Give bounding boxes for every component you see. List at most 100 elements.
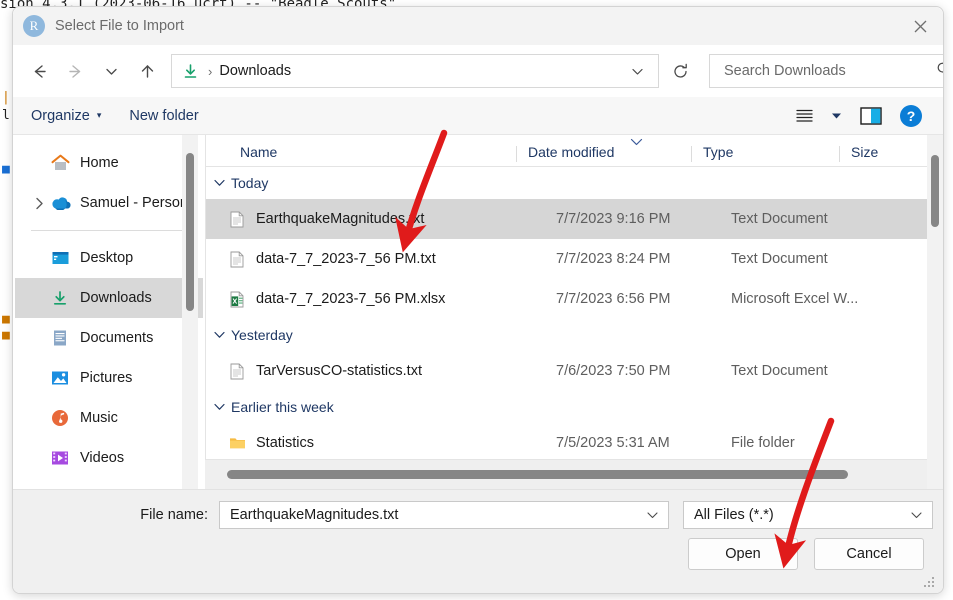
file-type-filter-value: All Files (*.*) <box>694 507 774 523</box>
column-header-date-modified[interactable]: Date modified <box>516 144 691 166</box>
file-date-modified: 7/5/2023 5:31 AM <box>556 435 670 451</box>
text-file-icon <box>228 249 246 269</box>
sidebar-item-documents[interactable]: Documents <box>15 318 203 358</box>
recent-locations-chevron-down-icon[interactable] <box>93 55 129 87</box>
file-name-input[interactable]: EarthquakeMagnitudes.txt <box>219 501 669 529</box>
file-name: Statistics <box>256 435 315 451</box>
address-bar[interactable]: › Downloads <box>171 54 659 88</box>
file-name: data-7_7_2023-7_56 PM.xlsx <box>256 291 446 307</box>
column-header-type[interactable]: Type <box>691 144 839 166</box>
file-list-horizontal-scrollbar[interactable] <box>205 459 927 489</box>
home-icon <box>49 153 71 173</box>
resize-grip-icon[interactable] <box>924 577 936 589</box>
dialog-footer: File name: EarthquakeMagnitudes.txt All … <box>13 489 943 593</box>
downloads-icon <box>182 63 199 80</box>
file-type: Text Document <box>731 211 828 227</box>
background-glyph-c: ■ <box>2 162 10 177</box>
videos-icon <box>49 448 71 468</box>
new-folder-button[interactable]: New folder <box>129 108 198 124</box>
file-list-vertical-scrollbar[interactable] <box>927 135 943 489</box>
sidebar-item-onedrive[interactable]: Samuel - Person <box>15 183 203 223</box>
column-header-name[interactable]: Name <box>206 144 516 166</box>
chevron-right-icon[interactable] <box>29 197 49 210</box>
file-type: Text Document <box>731 363 828 379</box>
sidebar-item-pictures[interactable]: Pictures <box>15 358 203 398</box>
list-view-icon[interactable] <box>785 101 823 131</box>
back-icon[interactable] <box>21 55 57 87</box>
address-chevron-down-icon[interactable] <box>622 56 652 86</box>
horizontal-scrollbar-thumb[interactable] <box>227 470 848 479</box>
preview-pane-icon[interactable] <box>849 101 893 131</box>
help-icon[interactable]: ? <box>893 101 929 131</box>
file-list-pane: Name Date modified Type Size Today Earth… <box>205 135 943 489</box>
table-row[interactable]: data-7_7_2023-7_56 PM.xlsx 7/7/2023 6:56… <box>206 279 943 319</box>
sidebar-label-home: Home <box>80 155 119 171</box>
file-name-value: EarthquakeMagnitudes.txt <box>230 507 399 523</box>
sidebar-item-videos[interactable]: Videos <box>15 438 203 478</box>
breadcrumb-label-downloads[interactable]: Downloads <box>219 63 622 79</box>
group-header-yesterday[interactable]: Yesterday <box>206 319 943 351</box>
group-label-earlier-this-week: Earlier this week <box>231 399 334 415</box>
chevron-down-icon[interactable] <box>214 176 225 190</box>
screen: sion 4.3.1 (2023-06-16 ucrt) -- "Beagle … <box>0 0 953 600</box>
background-glyph-a: | <box>2 90 10 105</box>
sidebar-scrollbar[interactable] <box>182 135 198 489</box>
up-one-level-icon[interactable] <box>129 55 165 87</box>
table-row[interactable]: data-7_7_2023-7_56 PM.txt 7/7/2023 8:24 … <box>206 239 943 279</box>
cancel-button[interactable]: Cancel <box>814 538 924 570</box>
sidebar-item-music[interactable]: Music <box>15 398 203 438</box>
search-icon[interactable] <box>936 61 943 82</box>
file-date-modified: 7/7/2023 6:56 PM <box>556 291 671 307</box>
chevron-down-icon[interactable] <box>904 511 928 520</box>
close-icon[interactable] <box>897 7 943 45</box>
column-header-size[interactable]: Size <box>839 144 919 166</box>
help-glyph: ? <box>900 104 922 127</box>
view-options-chevron-down-icon[interactable] <box>823 101 849 131</box>
group-header-earlier-this-week[interactable]: Earlier this week <box>206 391 943 423</box>
forward-icon[interactable] <box>57 55 93 87</box>
chevron-down-icon[interactable] <box>640 511 664 520</box>
dialog-title: Select File to Import <box>55 18 184 34</box>
sidebar-item-desktop[interactable]: Desktop <box>15 238 203 278</box>
breadcrumb-separator: › <box>208 63 213 79</box>
file-type: Microsoft Excel W... <box>731 291 859 307</box>
table-row[interactable]: Statistics 7/5/2023 5:31 AM File folder <box>206 423 943 463</box>
select-file-dialog: R Select File to Import › Downloads Sear… <box>12 6 944 594</box>
text-file-icon <box>228 209 246 229</box>
chevron-down-icon: ▾ <box>96 110 102 120</box>
chevron-down-icon[interactable] <box>214 400 225 414</box>
text-file-icon <box>228 361 246 381</box>
background-glyph-d: ■ <box>2 312 10 327</box>
file-type-filter-select[interactable]: All Files (*.*) <box>683 501 933 529</box>
sidebar-item-home[interactable]: Home <box>15 143 203 183</box>
file-name: data-7_7_2023-7_56 PM.txt <box>256 251 436 267</box>
onedrive-icon <box>49 193 71 213</box>
background-glyph-b: l <box>2 108 10 123</box>
navigation-sidebar[interactable]: Home Samuel - Person Desktop Downloads D… <box>13 135 205 489</box>
pictures-icon <box>49 368 71 388</box>
open-button[interactable]: Open <box>688 538 798 570</box>
file-name-label: File name: <box>140 507 208 523</box>
table-row[interactable]: TarVersusCO-statistics.txt 7/6/2023 7:50… <box>206 351 943 391</box>
file-list-column-headers: Name Date modified Type Size <box>206 135 943 167</box>
dialog-body: Home Samuel - Person Desktop Downloads D… <box>13 135 943 489</box>
table-row[interactable]: EarthquakeMagnitudes.txt 7/7/2023 9:16 P… <box>206 199 943 239</box>
dialog-titlebar[interactable]: R Select File to Import <box>13 7 943 45</box>
group-header-today[interactable]: Today <box>206 167 943 199</box>
search-input[interactable] <box>722 62 936 80</box>
organize-button[interactable]: Organize ▾ <box>31 108 101 124</box>
sidebar-label-videos: Videos <box>80 450 125 466</box>
excel-file-icon <box>228 289 246 309</box>
r-app-icon: R <box>23 15 45 37</box>
file-type: File folder <box>731 435 795 451</box>
search-box[interactable] <box>709 54 943 88</box>
background-glyph-e: ■ <box>2 328 10 343</box>
group-label-yesterday: Yesterday <box>231 327 293 343</box>
chevron-down-icon[interactable] <box>214 328 225 342</box>
navigation-bar: › Downloads <box>13 45 943 97</box>
refresh-icon[interactable] <box>663 54 697 88</box>
sidebar-item-downloads[interactable]: Downloads <box>15 278 203 318</box>
music-icon <box>49 408 71 428</box>
sidebar-scrollbar-thumb[interactable] <box>186 153 194 311</box>
file-list-scrollbar-thumb[interactable] <box>931 155 939 227</box>
